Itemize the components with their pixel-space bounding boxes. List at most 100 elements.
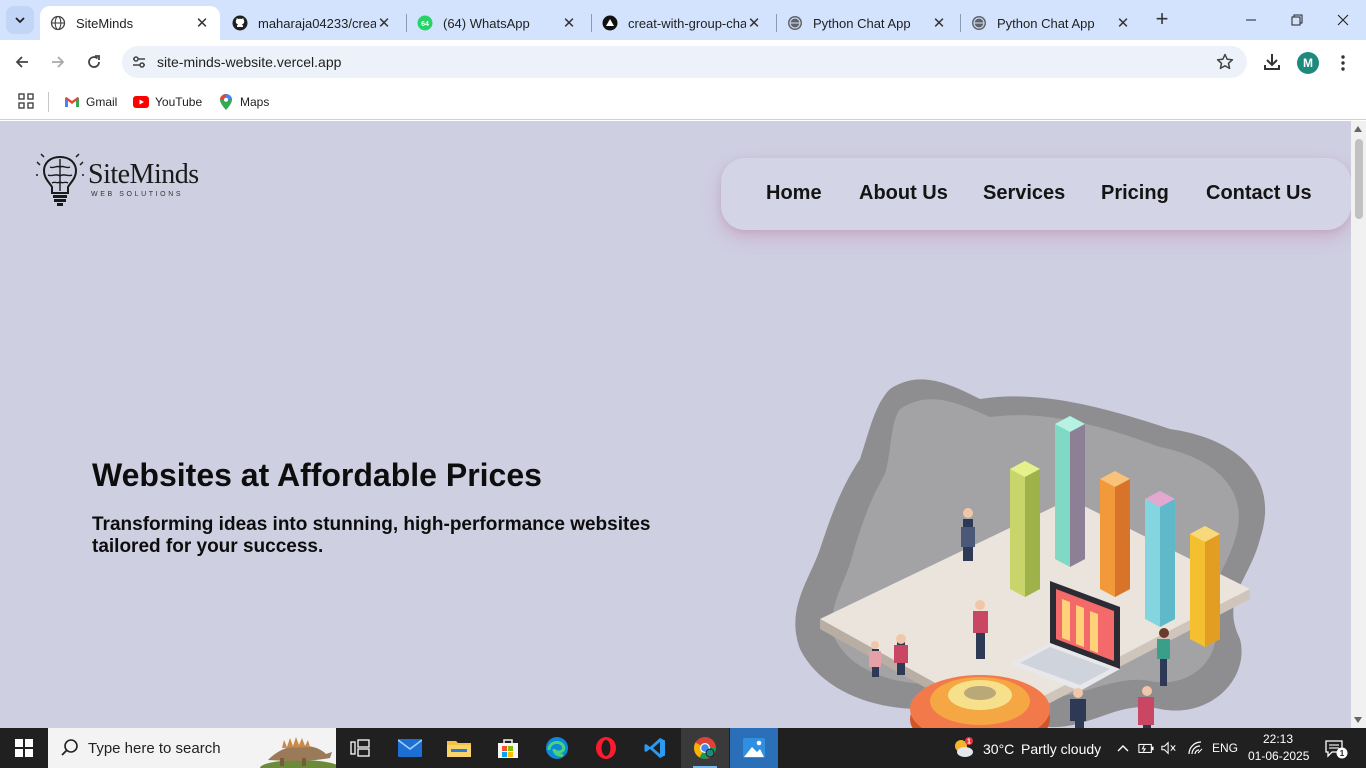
tab-strip: SiteMinds ✕ maharaja04233/creat ✕ 64 (64… bbox=[0, 0, 1366, 40]
mail-icon bbox=[398, 739, 422, 757]
weather-temperature[interactable]: 30°C bbox=[983, 741, 1014, 757]
reload-button[interactable] bbox=[80, 48, 108, 76]
photos-icon bbox=[743, 738, 765, 758]
tab-title: creat-with-group-cha bbox=[628, 15, 746, 31]
browser-toolbar: site-minds-website.vercel.app bbox=[0, 40, 1366, 84]
main-navigation: Home About Us Services Pricing Contact U… bbox=[721, 158, 1351, 230]
weather-condition[interactable]: Partly cloudy bbox=[1021, 741, 1101, 757]
close-icon[interactable]: ✕ bbox=[931, 15, 947, 32]
close-window-button[interactable] bbox=[1320, 0, 1366, 40]
vercel-icon bbox=[602, 15, 618, 31]
store-icon bbox=[498, 739, 518, 758]
bookmark-label: Maps bbox=[240, 95, 270, 109]
chevron-up-icon[interactable] bbox=[1115, 740, 1131, 756]
site-settings-icon[interactable] bbox=[130, 53, 148, 71]
network-icon[interactable] bbox=[1187, 740, 1203, 756]
hero-title: Websites at Affordable Prices bbox=[92, 457, 542, 493]
weather-icon[interactable]: 1 bbox=[951, 736, 975, 760]
vscode-icon bbox=[644, 738, 665, 758]
address-bar[interactable]: site-minds-website.vercel.app bbox=[122, 46, 1247, 78]
github-icon bbox=[232, 15, 248, 31]
brain-bulb-logo-icon bbox=[36, 153, 84, 206]
start-button[interactable] bbox=[0, 728, 48, 768]
back-button[interactable] bbox=[8, 48, 36, 76]
close-icon[interactable]: ✕ bbox=[746, 15, 762, 32]
restore-icon bbox=[1291, 14, 1303, 26]
tab-title: maharaja04233/creat bbox=[258, 15, 376, 31]
gmail-icon bbox=[64, 94, 80, 110]
taskbar-search-box[interactable]: Type here to search bbox=[48, 728, 336, 768]
globe-icon bbox=[50, 15, 66, 31]
close-icon[interactable]: ✕ bbox=[561, 15, 577, 32]
tab-whatsapp[interactable]: 64 (64) WhatsApp ✕ bbox=[407, 6, 587, 40]
restore-button[interactable] bbox=[1274, 0, 1320, 40]
page-scrollbar[interactable] bbox=[1351, 121, 1366, 728]
close-icon[interactable]: ✕ bbox=[1115, 15, 1131, 32]
forward-button[interactable] bbox=[44, 48, 72, 76]
notifications-icon[interactable]: 1 bbox=[1324, 739, 1348, 759]
clock-date[interactable]: 01-06-2025 bbox=[1248, 749, 1309, 763]
hero-illustration bbox=[795, 379, 1266, 728]
input-language[interactable]: ENG bbox=[1212, 741, 1238, 755]
opera-icon bbox=[596, 737, 616, 759]
hero-subtitle: Transforming ideas into stunning, high-p… bbox=[92, 514, 651, 557]
bookmark-gmail[interactable]: Gmail bbox=[64, 92, 117, 112]
taskbar-chrome[interactable] bbox=[681, 728, 729, 768]
nav-home[interactable]: Home bbox=[766, 182, 822, 205]
profile-avatar[interactable]: M bbox=[1297, 52, 1319, 74]
arrow-right-icon bbox=[52, 56, 65, 68]
taskbar-edge[interactable] bbox=[533, 728, 581, 768]
url-text[interactable]: site-minds-website.vercel.app bbox=[157, 54, 341, 70]
minimize-button[interactable] bbox=[1228, 0, 1274, 40]
logo-tagline: WEB SOLUTIONS bbox=[91, 191, 184, 198]
bookmark-maps[interactable]: Maps bbox=[218, 92, 269, 112]
task-view-icon bbox=[350, 739, 370, 757]
taskbar-opera[interactable] bbox=[582, 728, 630, 768]
bookmark-separator bbox=[48, 92, 49, 112]
whatsapp-badge: 64 bbox=[421, 21, 429, 28]
clock-time[interactable]: 22:13 bbox=[1263, 732, 1293, 746]
taskbar-mail[interactable] bbox=[386, 728, 434, 768]
battery-icon[interactable] bbox=[1138, 740, 1154, 756]
notification-count: 1 bbox=[1340, 749, 1345, 758]
tab-search-button[interactable] bbox=[6, 6, 34, 34]
task-view-button[interactable] bbox=[336, 728, 384, 768]
tab-title: SiteMinds bbox=[76, 15, 134, 31]
page-viewport: SiteMinds WEB SOLUTIONS Home About Us Se… bbox=[0, 121, 1351, 728]
close-icon[interactable]: ✕ bbox=[376, 15, 392, 32]
scrollbar-thumb[interactable] bbox=[1355, 139, 1363, 219]
download-icon[interactable] bbox=[1260, 50, 1284, 74]
nav-contact-us[interactable]: Contact Us bbox=[1206, 182, 1312, 205]
tab-title: Python Chat App bbox=[997, 15, 1095, 31]
new-tab-button[interactable]: + bbox=[1150, 8, 1174, 32]
nav-pricing[interactable]: Pricing bbox=[1101, 182, 1169, 205]
scroll-down-arrow[interactable] bbox=[1354, 717, 1362, 723]
volume-muted-icon[interactable] bbox=[1161, 740, 1177, 756]
apps-grid-icon[interactable] bbox=[18, 93, 34, 109]
logo-name: SiteMinds bbox=[88, 159, 199, 190]
tab-vercel[interactable]: creat-with-group-cha ✕ bbox=[592, 6, 772, 40]
nav-about-us[interactable]: About Us bbox=[859, 182, 948, 205]
tab-python-chat-2[interactable]: Python Chat App ✕ bbox=[961, 6, 1141, 40]
edge-icon bbox=[546, 737, 568, 759]
close-icon[interactable]: ✕ bbox=[194, 15, 210, 32]
tab-siteminds[interactable]: SiteMinds ✕ bbox=[40, 6, 220, 40]
tab-python-chat-1[interactable]: Python Chat App ✕ bbox=[777, 6, 957, 40]
taskbar-vscode[interactable] bbox=[631, 728, 679, 768]
site-logo[interactable]: SiteMinds WEB SOLUTIONS bbox=[36, 151, 206, 207]
search-icon bbox=[61, 739, 78, 756]
bookmark-star-icon[interactable] bbox=[1215, 52, 1235, 72]
bookmark-youtube[interactable]: YouTube bbox=[133, 92, 202, 112]
svg-text:1: 1 bbox=[967, 739, 971, 746]
more-menu-icon[interactable] bbox=[1334, 52, 1352, 74]
search-placeholder: Type here to search bbox=[88, 740, 221, 757]
taskbar-file-explorer[interactable] bbox=[435, 728, 483, 768]
whatsapp-icon: 64 bbox=[417, 15, 433, 31]
taskbar-store[interactable] bbox=[484, 728, 532, 768]
minimize-icon bbox=[1246, 19, 1256, 21]
taskbar-photos[interactable] bbox=[730, 728, 778, 768]
nav-services[interactable]: Services bbox=[983, 182, 1065, 205]
tab-github[interactable]: maharaja04233/creat ✕ bbox=[222, 6, 402, 40]
scroll-up-arrow[interactable] bbox=[1354, 126, 1362, 132]
windows-taskbar: Type here to search 1 30°C Partly cloudy… bbox=[0, 728, 1366, 768]
